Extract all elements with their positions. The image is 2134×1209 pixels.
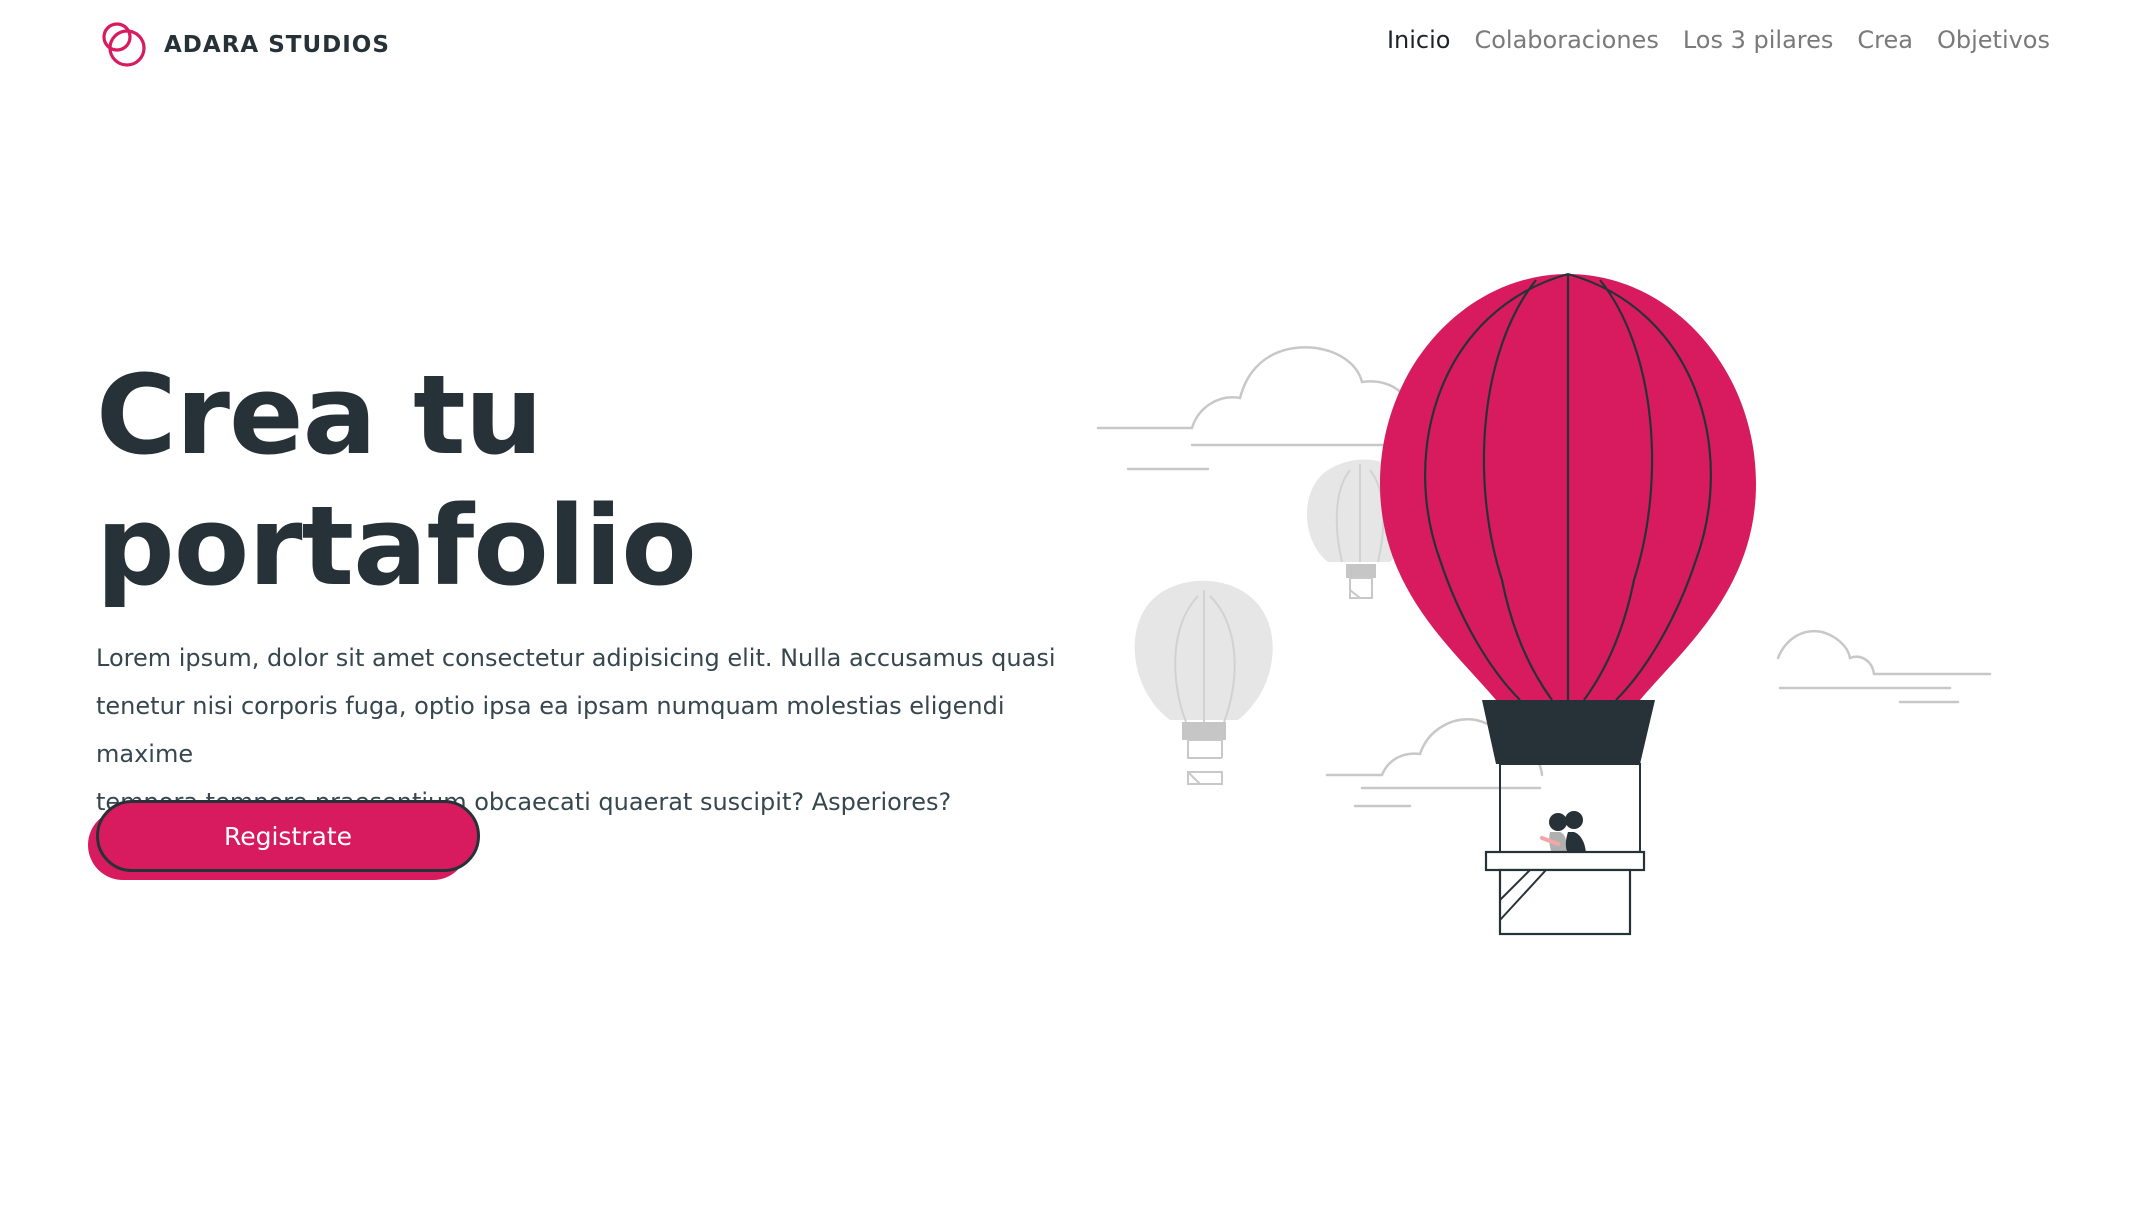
nav-item-crea[interactable]: Crea <box>1857 26 1913 54</box>
nav-item-objetivos[interactable]: Objetivos <box>1937 26 2050 54</box>
brand-link[interactable]: ADARA STUDIOS <box>96 18 390 72</box>
main-pink-balloon <box>1380 272 1756 936</box>
hero-title-line-2: portafolio <box>96 482 697 610</box>
hot-air-balloon-illustration <box>1096 272 1992 936</box>
nav-item-inicio[interactable]: Inicio <box>1387 26 1451 54</box>
gray-balloon-left <box>1134 580 1273 785</box>
hero-description: Lorem ipsum, dolor sit amet consectetur … <box>96 634 1066 826</box>
register-button[interactable]: Registrate <box>96 800 480 872</box>
logo-icon <box>102 22 146 67</box>
hero-title: Crea tu portafolio <box>96 350 996 612</box>
brand-name: ADARA STUDIOS <box>164 32 390 58</box>
cta-wrapper: Registrate <box>88 800 480 884</box>
main-menu: Inicio Colaboraciones Los 3 pilares Crea… <box>1387 26 2050 54</box>
nav-item-pilares[interactable]: Los 3 pilares <box>1683 26 1834 54</box>
top-navbar: ADARA STUDIOS Inicio Colaboraciones Los … <box>0 0 2134 90</box>
hero-illustration <box>1080 260 2000 960</box>
hero-text-line-2: tenetur nisi corporis fuga, optio ipsa e… <box>96 692 1005 768</box>
hero-text-line-1: Lorem ipsum, dolor sit amet consectetur … <box>96 644 1056 672</box>
nav-item-colaboraciones[interactable]: Colaboraciones <box>1474 26 1658 54</box>
hero-title-line-1: Crea tu <box>96 351 543 479</box>
landing-page: ADARA STUDIOS Inicio Colaboraciones Los … <box>0 0 2134 1209</box>
